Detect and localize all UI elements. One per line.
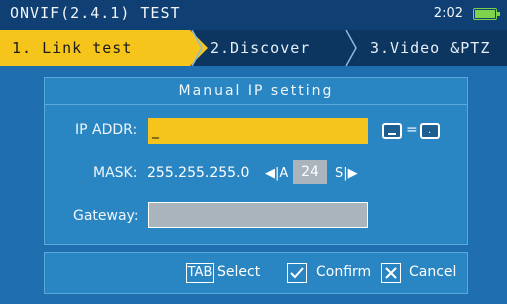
mask-increment-control[interactable]: S|▶ [335, 166, 358, 181]
tab-label: 3.Video &PTZ [370, 39, 491, 57]
tab-video-ptz[interactable]: 3.Video &PTZ [370, 30, 490, 66]
status-bar: ONVIF(2.4.1) TEST 2:02 [0, 0, 507, 30]
clock: 2:02 [433, 6, 463, 21]
tab-key-icon: TAB [186, 263, 214, 283]
space-key-icon [382, 123, 402, 139]
action-bar: TAB Select Confirm Cancel [44, 252, 468, 294]
tab-label: 2.Discover [210, 39, 311, 57]
mask-decrement-control[interactable]: ◀|A [265, 166, 288, 181]
battery-icon [473, 8, 500, 20]
manual-ip-dialog: Manual IP setting IP ADDR: _ = . MASK: 2… [44, 77, 468, 245]
gateway-label: Gateway: [73, 208, 139, 224]
equals-sign: = [406, 122, 418, 138]
tab-label: 1. Link test [12, 39, 133, 57]
ip-address-input[interactable]: _ [148, 118, 368, 144]
gateway-input[interactable] [148, 202, 368, 228]
select-button[interactable]: Select [217, 264, 260, 280]
cancel-button[interactable]: Cancel [409, 264, 456, 280]
chevron-right-icon [345, 30, 357, 66]
mask-prefix-field[interactable]: 24 [293, 160, 327, 184]
tab-link-test[interactable]: 1. Link test [0, 30, 208, 66]
confirm-button[interactable]: Confirm [316, 264, 371, 280]
ip-label: IP ADDR: [75, 122, 138, 138]
tab-discover[interactable]: 2.Discover [210, 30, 310, 66]
chevron-right-icon [191, 30, 203, 66]
dot-key-icon: . [420, 123, 440, 139]
dot-key-label: . [428, 125, 432, 136]
tab-bar: 1. Link test 2.Discover 3.Video &PTZ [0, 30, 507, 66]
cancel-x-icon[interactable] [381, 263, 401, 283]
app-title: ONVIF(2.4.1) TEST [10, 4, 181, 22]
confirm-check-icon[interactable] [287, 263, 307, 283]
dialog-title: Manual IP setting [45, 78, 467, 105]
mask-value: 255.255.255.0 [147, 165, 250, 181]
mask-label: MASK: [93, 165, 138, 181]
